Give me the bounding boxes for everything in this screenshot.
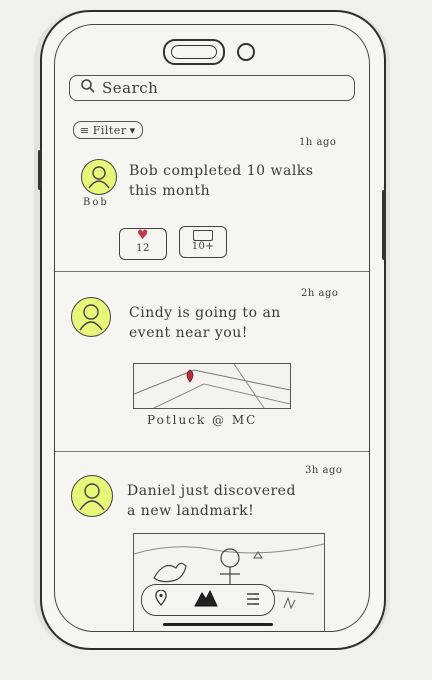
avatar[interactable] bbox=[81, 159, 117, 195]
like-count: 12 bbox=[136, 243, 150, 254]
bottom-nav bbox=[141, 584, 275, 616]
filter-icon: ≡ bbox=[80, 123, 90, 137]
chevron-down-icon: ▾ bbox=[129, 123, 136, 137]
filter-button[interactable]: ≡ Filter ▾ bbox=[73, 121, 143, 139]
menu-icon[interactable] bbox=[245, 591, 261, 610]
post-divider bbox=[55, 451, 369, 452]
landmark-sketch bbox=[133, 543, 325, 610]
post-text-line: event near you! bbox=[129, 325, 248, 341]
app-screen: Search ≡ Filter ▾ 1h ago Bob Bob complet… bbox=[54, 24, 370, 632]
avatar-name: Bob bbox=[83, 197, 109, 208]
post-text-line: Daniel just discovered bbox=[127, 483, 296, 499]
landmark-image[interactable] bbox=[133, 533, 325, 631]
post-text-line: Cindy is going to an bbox=[129, 305, 281, 321]
side-button-left bbox=[38, 150, 42, 190]
comment-button[interactable]: 10+ bbox=[179, 226, 227, 258]
post-text-line: a new landmark! bbox=[127, 503, 255, 519]
post-text: Cindy is going to an event near you! bbox=[129, 303, 281, 343]
side-button-right bbox=[382, 190, 386, 260]
post-divider bbox=[55, 271, 369, 272]
dynamic-island bbox=[163, 39, 225, 65]
event-caption: Potluck @ MC bbox=[147, 413, 258, 427]
search-input[interactable]: Search bbox=[69, 75, 355, 101]
post-time: 2h ago bbox=[301, 288, 339, 299]
user-icon bbox=[88, 166, 110, 189]
user-icon bbox=[79, 304, 103, 331]
avatar[interactable] bbox=[71, 475, 113, 517]
search-icon bbox=[80, 78, 96, 98]
map-icon bbox=[133, 363, 291, 409]
comment-count: 10+ bbox=[191, 241, 215, 252]
post-text-line: Bob completed 10 walks bbox=[129, 163, 314, 179]
like-button[interactable]: ♥ 12 bbox=[119, 228, 167, 260]
search-placeholder: Search bbox=[102, 79, 159, 97]
post-text: Bob completed 10 walks this month bbox=[129, 161, 313, 201]
post-time: 3h ago bbox=[305, 465, 343, 476]
camera-icon bbox=[237, 43, 255, 61]
home-feed-icon[interactable] bbox=[194, 589, 218, 611]
heart-icon: ♥ bbox=[136, 228, 150, 243]
home-indicator bbox=[163, 623, 273, 626]
event-map[interactable] bbox=[133, 363, 291, 409]
post-text: Daniel just discovered a new landmark! bbox=[127, 481, 296, 521]
filter-label: Filter bbox=[92, 123, 127, 137]
map-pin-icon[interactable] bbox=[155, 589, 168, 610]
comment-icon bbox=[193, 230, 213, 241]
avatar[interactable] bbox=[71, 297, 111, 337]
post-text-line: this month bbox=[129, 183, 211, 199]
user-icon bbox=[79, 483, 105, 511]
post-time: 1h ago bbox=[299, 137, 337, 148]
